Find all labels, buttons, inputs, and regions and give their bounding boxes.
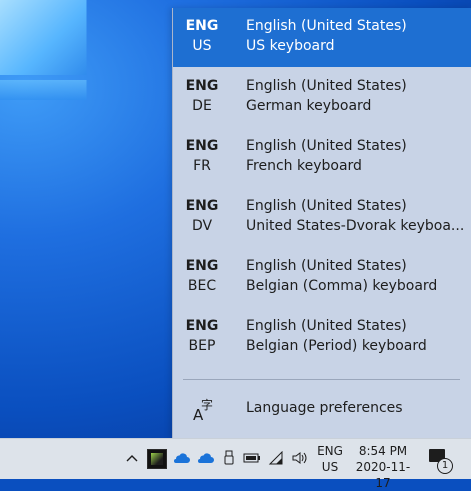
notification-badge: 1 xyxy=(437,458,453,474)
lang-code: ENG xyxy=(185,318,219,334)
notification-center-button[interactable]: 1 xyxy=(427,448,453,474)
windows-logo-pane xyxy=(0,80,87,100)
chevron-up-icon[interactable] xyxy=(123,449,141,467)
keyboard-item-de[interactable]: ENG DE English (United States) German ke… xyxy=(173,68,471,127)
lang-code: ENG xyxy=(185,138,219,154)
keyboard-item-us[interactable]: ENG US English (United States) US keyboa… xyxy=(173,8,471,67)
region-code: US xyxy=(192,38,212,54)
clock-date: 2020-11-17 xyxy=(355,460,411,490)
layout-name: Belgian (Period) keyboard xyxy=(246,338,427,354)
language-icon: A字 xyxy=(193,398,214,424)
keyboard-item-bep[interactable]: ENG BEP English (United States) Belgian … xyxy=(173,308,471,367)
keyboard-item-dv[interactable]: ENG DV English (United States) United St… xyxy=(173,188,471,247)
language-name: English (United States) xyxy=(246,318,407,334)
layout-name: United States-Dvorak keyboa... xyxy=(246,218,465,234)
language-name: English (United States) xyxy=(246,198,407,214)
input-switcher-flyout: ENG US English (United States) US keyboa… xyxy=(172,8,471,438)
keyboard-name: English (United States) United States-Dv… xyxy=(246,196,466,236)
lang-code: ENG xyxy=(185,78,219,94)
battery-icon[interactable] xyxy=(243,449,261,467)
divider xyxy=(183,379,460,380)
keyboard-code: ENG FR xyxy=(173,136,231,176)
layout-name: German keyboard xyxy=(246,98,372,114)
layout-name: French keyboard xyxy=(246,158,362,174)
language-name: English (United States) xyxy=(246,258,407,274)
input-indicator[interactable]: ENG US xyxy=(313,443,347,475)
language-name: English (United States) xyxy=(246,138,407,154)
keyboard-name: English (United States) Belgian (Period)… xyxy=(246,316,466,356)
keyboard-name: English (United States) Belgian (Comma) … xyxy=(246,256,466,296)
windows-logo-pane xyxy=(0,0,87,75)
keyboard-item-bec[interactable]: ENG BEC English (United States) Belgian … xyxy=(173,248,471,307)
ime-lang: ENG xyxy=(317,444,343,458)
keyboard-item-fr[interactable]: ENG FR English (United States) French ke… xyxy=(173,128,471,187)
onedrive-icon[interactable] xyxy=(196,449,214,467)
keyboard-name: English (United States) French keyboard xyxy=(246,136,466,176)
layout-name: Belgian (Comma) keyboard xyxy=(246,278,438,294)
language-preferences-label: Language preferences xyxy=(246,400,403,416)
language-name: English (United States) xyxy=(246,78,407,94)
lang-code: ENG xyxy=(185,18,219,34)
keyboard-name: English (United States) US keyboard xyxy=(246,16,466,56)
clock-time: 8:54 PM xyxy=(358,444,408,458)
layout-name: US keyboard xyxy=(246,38,335,54)
clock[interactable]: 8:54 PM 2020-11-17 xyxy=(349,443,417,491)
region-code: BEP xyxy=(188,338,216,354)
keyboard-code: ENG BEP xyxy=(173,316,231,356)
keyboard-name: English (United States) German keyboard xyxy=(246,76,466,116)
usb-icon[interactable] xyxy=(220,449,238,467)
keyboard-code: ENG DV xyxy=(173,196,231,236)
keyboard-code: ENG DE xyxy=(173,76,231,116)
region-code: DV xyxy=(191,218,213,234)
language-preferences-link[interactable]: A字 Language preferences xyxy=(173,392,471,432)
lang-code: ENG xyxy=(185,258,219,274)
ime-region: US xyxy=(321,460,339,474)
lang-code: ENG xyxy=(185,198,219,214)
language-name: English (United States) xyxy=(246,18,407,34)
keyboard-code: ENG US xyxy=(173,16,231,56)
region-code: BEC xyxy=(187,278,217,294)
region-code: DE xyxy=(192,98,212,114)
keyboard-code: ENG BEC xyxy=(173,256,231,296)
volume-icon[interactable] xyxy=(291,449,309,467)
region-code: FR xyxy=(193,158,211,174)
network-icon[interactable] xyxy=(267,449,285,467)
onedrive-icon[interactable] xyxy=(172,449,190,467)
taskbar: ENG US 8:54 PM 2020-11-17 1 xyxy=(0,438,471,490)
app-icon[interactable] xyxy=(147,449,167,469)
